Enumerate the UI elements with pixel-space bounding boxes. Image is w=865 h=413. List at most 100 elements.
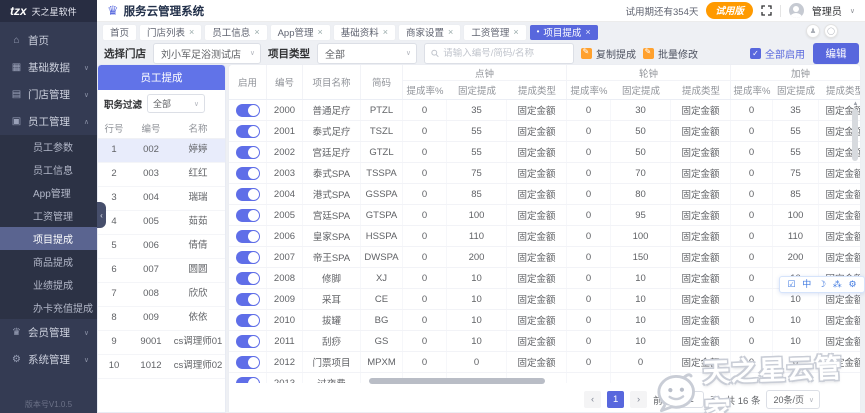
search-input[interactable]	[443, 48, 567, 59]
avatar[interactable]	[789, 3, 804, 18]
sidebar-item-member-mgmt[interactable]: ♛会员管理∨	[0, 319, 97, 346]
scroll-up-icon[interactable]: ▲	[852, 101, 859, 107]
table-row[interactable]: 2008修脚XJ010固定金额010固定金额010固定金额	[229, 268, 860, 289]
enable-all-checkbox[interactable]: ✓ 全部启用	[750, 46, 805, 61]
toggle-switch[interactable]	[236, 230, 260, 243]
store-select[interactable]: 刘小军足浴测试店 ∨	[153, 43, 261, 64]
tab-merchant-settings[interactable]: 商家设置×	[399, 25, 460, 40]
floating-widget-icon-2[interactable]: ◯	[824, 24, 838, 38]
tab-basic-info[interactable]: 基础资料×	[334, 25, 395, 40]
toggle-switch[interactable]	[236, 167, 260, 180]
position-filter-select[interactable]: 全部 ∨	[147, 94, 205, 113]
table-row[interactable]: 2005宫廷SPAGTSPA0100固定金额095固定金额0100固定金额	[229, 205, 860, 226]
toggle-switch[interactable]	[236, 377, 260, 384]
table-row[interactable]: 2012门票项目MPXM00固定金额00固定金额00固定金额	[229, 352, 860, 373]
table-row[interactable]: 2010拔罐BG010固定金额010固定金额010固定金额	[229, 310, 860, 331]
edit-button[interactable]: 编辑	[813, 43, 859, 64]
fullscreen-icon[interactable]	[761, 5, 772, 16]
employee-row[interactable]: 101012cs调理师02	[98, 355, 225, 379]
employee-row[interactable]: 5006倩倩	[98, 235, 225, 259]
sidebar-item-project-commission[interactable]: 项目提成	[0, 227, 97, 250]
sidebar-item-employee-info[interactable]: 员工信息	[0, 158, 97, 181]
toggle-switch[interactable]	[236, 356, 260, 369]
employee-row[interactable]: 2003红红	[98, 163, 225, 187]
cell: GS	[361, 331, 403, 351]
table-row[interactable]: 2003泰式SPATSSPA075固定金额070固定金额075固定金额	[229, 163, 860, 184]
employee-row[interactable]: 7008欣欣	[98, 283, 225, 307]
page-size-select[interactable]: 20条/页 ∨	[766, 390, 820, 409]
sidebar-item-basic-data[interactable]: ▦基础数据∨	[0, 54, 97, 81]
goto-page-input[interactable]	[678, 391, 704, 408]
table-row[interactable]: 2007帝王SPADWSPA0200固定金额0150固定金额0200固定金额	[229, 247, 860, 268]
sidebar-item-store-mgmt[interactable]: ▤门店管理∨	[0, 81, 97, 108]
project-type-select[interactable]: 全部 ∨	[317, 43, 417, 64]
toggle-switch[interactable]	[236, 104, 260, 117]
toggle-switch[interactable]	[236, 272, 260, 285]
employee-row[interactable]: 4005茹茹	[98, 211, 225, 235]
sidebar-item-product-commission[interactable]: 商品提成	[0, 250, 97, 273]
close-icon[interactable]: ×	[585, 28, 590, 37]
toggle-switch[interactable]	[236, 251, 260, 264]
cell	[567, 373, 611, 383]
table-row[interactable]: 2009采耳CE010固定金额010固定金额010固定金额	[229, 289, 860, 310]
table-row[interactable]: 2000普通足疗PTZL035固定金额030固定金额035固定金额	[229, 100, 860, 121]
close-icon[interactable]: ×	[448, 28, 453, 37]
table-row[interactable]: 2006皇家SPAHSSPA0110固定金额0100固定金额0110固定金额	[229, 226, 860, 247]
close-icon[interactable]: ×	[513, 28, 518, 37]
chevron-down-icon[interactable]: ∨	[850, 7, 855, 15]
toggle-switch[interactable]	[236, 314, 260, 327]
tab-home[interactable]: 首页	[103, 25, 136, 40]
sidebar-item-card-recharge-commission[interactable]: 办卡充值提成	[0, 296, 97, 319]
gear-icon[interactable]: ⚙	[849, 280, 857, 289]
sidebar-item-performance-commission[interactable]: 业绩提成	[0, 273, 97, 296]
sidebar-item-system-mgmt[interactable]: ⚙系统管理∨	[0, 346, 97, 373]
vertical-scrollbar[interactable]: ▲	[852, 101, 859, 341]
close-icon[interactable]: ×	[317, 28, 322, 37]
toggle-switch[interactable]	[236, 125, 260, 138]
tab-store-list[interactable]: 门店列表×	[140, 25, 201, 40]
sidebar-item-salary-mgmt[interactable]: 工资管理	[0, 204, 97, 227]
tab-salary-mgmt[interactable]: 工资管理×	[464, 25, 525, 40]
cell: 10	[611, 331, 671, 351]
copy-commission-button[interactable]: 复制提成	[581, 46, 636, 61]
tab-employee-info[interactable]: 员工信息×	[205, 25, 266, 40]
sidebar-collapse-handle[interactable]: ‹	[97, 202, 106, 228]
tab-project-commission[interactable]: •项目提成×	[530, 25, 598, 40]
translate-icon[interactable]: 中	[802, 280, 811, 289]
toggle-switch[interactable]	[236, 209, 260, 222]
cell: 2010	[267, 310, 303, 330]
batch-modify-button[interactable]: 批量修改	[643, 46, 698, 61]
moon-icon[interactable]: ☽	[818, 280, 826, 289]
table-row[interactable]: 2001泰式足疗TSZL055固定金额050固定金额055固定金额	[229, 121, 860, 142]
close-icon[interactable]: ×	[189, 28, 194, 37]
tab-app-mgmt[interactable]: App管理×	[271, 25, 330, 40]
toggle-switch[interactable]	[236, 335, 260, 348]
close-icon[interactable]: ×	[383, 28, 388, 37]
table-row[interactable]: 2011刮痧GS010固定金额010固定金额010固定金额	[229, 331, 860, 352]
sparkle-icon[interactable]: ⁂	[833, 280, 842, 289]
next-page-button[interactable]: ›	[630, 391, 647, 408]
scrollbar-thumb[interactable]	[852, 109, 858, 161]
sidebar-item-home[interactable]: ⌂首页	[0, 27, 97, 54]
toggle-switch[interactable]	[236, 188, 260, 201]
employee-row[interactable]: 99001cs调理师01	[98, 331, 225, 355]
cell: 固定金额	[507, 352, 567, 372]
user-name[interactable]: 管理员	[812, 3, 842, 18]
table-row[interactable]: 2004港式SPAGSSPA085固定金额080固定金额085固定金额	[229, 184, 860, 205]
table-row[interactable]: 2002宫廷足疗GTZL055固定金额050固定金额055固定金额	[229, 142, 860, 163]
prev-page-button[interactable]: ‹	[584, 391, 601, 408]
sidebar-item-employee-mgmt[interactable]: ▣员工管理∧	[0, 108, 97, 135]
toggle-switch[interactable]	[236, 293, 260, 306]
sidebar-item-employee-params[interactable]: 员工参数	[0, 135, 97, 158]
employee-row[interactable]: 6007圆圆	[98, 259, 225, 283]
employee-row[interactable]: 8009依依	[98, 307, 225, 331]
close-icon[interactable]: ×	[254, 28, 259, 37]
employee-row[interactable]: 1002婷婷	[98, 139, 225, 163]
horizontal-scrollbar[interactable]	[369, 378, 545, 384]
floating-widget-icon-1[interactable]: ♟	[806, 24, 820, 38]
check-box-icon[interactable]: ☑	[787, 280, 795, 289]
sidebar-item-app-mgmt[interactable]: App管理	[0, 181, 97, 204]
page-1-button[interactable]: 1	[607, 391, 624, 408]
employee-row[interactable]: 3004瑞瑞	[98, 187, 225, 211]
toggle-switch[interactable]	[236, 146, 260, 159]
